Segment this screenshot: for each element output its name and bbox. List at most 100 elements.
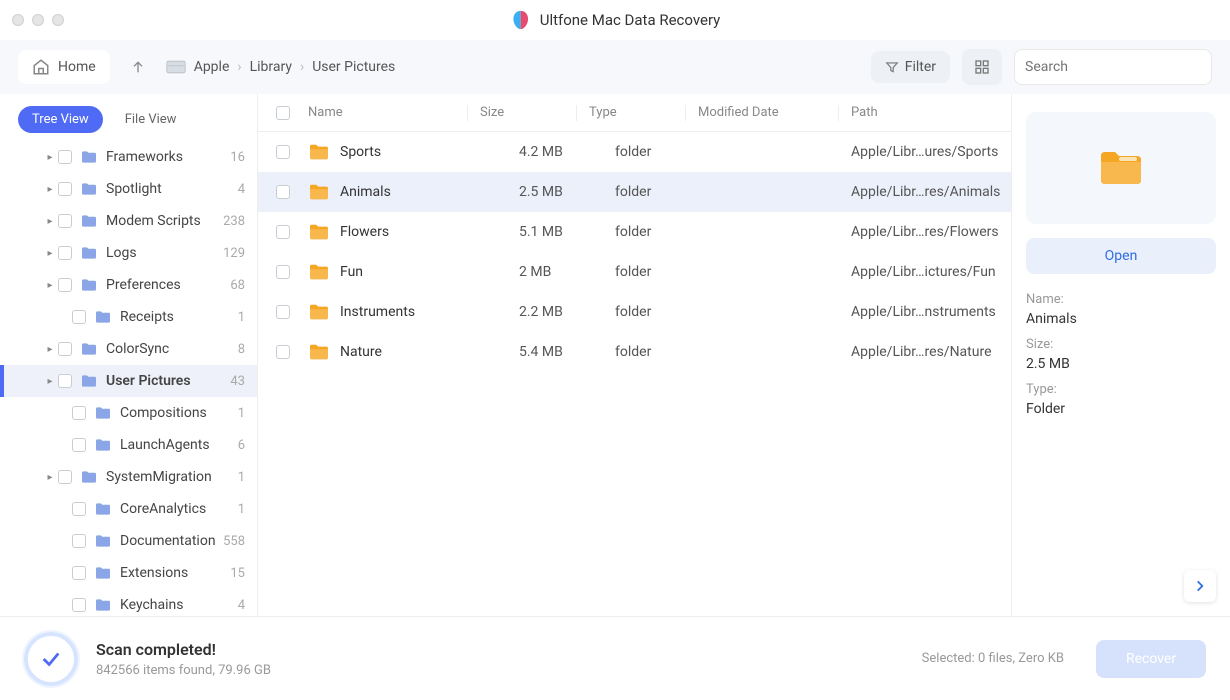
folder-icon [1097, 148, 1145, 188]
row-name-cell: Nature [308, 343, 519, 361]
row-name: Sports [340, 144, 381, 160]
tree-item-checkbox[interactable] [58, 150, 72, 164]
file-row[interactable]: Flowers5.1 MBfolderApple/Libr…res/Flower… [258, 212, 1011, 252]
close-window-dot[interactable] [12, 14, 24, 26]
row-checkbox[interactable] [276, 185, 290, 199]
tree-item-checkbox[interactable] [58, 374, 72, 388]
row-checkbox[interactable] [276, 265, 290, 279]
tree-item-checkbox[interactable] [72, 310, 86, 324]
detail-name-label: Name: [1026, 292, 1216, 307]
tree-item-user-pictures[interactable]: ▸User Pictures43 [0, 365, 257, 397]
tree-item-logs[interactable]: ▸Logs129 [0, 237, 257, 269]
tree-item-checkbox[interactable] [58, 214, 72, 228]
expand-detail-button[interactable] [1184, 570, 1216, 602]
folder-tree[interactable]: ▸Frameworks16▸Spotlight4▸Modem Scripts23… [0, 141, 257, 616]
row-checkbox[interactable] [276, 225, 290, 239]
grid-view-button[interactable] [962, 49, 1002, 85]
breadcrumb-2[interactable]: User Pictures [312, 59, 395, 75]
tree-item-checkbox[interactable] [58, 182, 72, 196]
file-row[interactable]: Instruments2.2 MBfolderApple/Libr…nstrum… [258, 292, 1011, 332]
row-type: folder [615, 184, 711, 200]
tree-item-extensions[interactable]: Extensions15 [0, 557, 257, 589]
tree-item-checkbox[interactable] [58, 278, 72, 292]
col-date[interactable]: Modified Date [698, 105, 838, 120]
breadcrumb-0[interactable]: Apple [194, 59, 230, 75]
tree-item-launchagents[interactable]: LaunchAgents6 [0, 429, 257, 461]
row-checkbox[interactable] [276, 305, 290, 319]
col-size[interactable]: Size [480, 105, 576, 120]
tree-item-preferences[interactable]: ▸Preferences68 [0, 269, 257, 301]
tree-item-receipts[interactable]: Receipts1 [0, 301, 257, 333]
row-name-cell: Flowers [308, 223, 519, 241]
open-button[interactable]: Open [1026, 238, 1216, 274]
tree-item-spotlight[interactable]: ▸Spotlight4 [0, 173, 257, 205]
breadcrumb-1[interactable]: Library [250, 59, 292, 75]
row-size: 4.2 MB [519, 144, 615, 160]
col-name[interactable]: Name [308, 105, 467, 120]
recover-button[interactable]: Recover [1096, 640, 1206, 678]
col-type[interactable]: Type [589, 105, 685, 120]
tree-item-checkbox[interactable] [58, 342, 72, 356]
maximize-window-dot[interactable] [52, 14, 64, 26]
filter-button[interactable]: Filter [871, 51, 950, 83]
tree-item-label: User Pictures [106, 373, 230, 389]
detail-name-value: Animals [1026, 311, 1216, 327]
row-checkbox[interactable] [276, 145, 290, 159]
tree-item-count: 6 [238, 438, 245, 453]
tree-item-frameworks[interactable]: ▸Frameworks16 [0, 141, 257, 173]
detail-size-label: Size: [1026, 337, 1216, 352]
tree-item-coreanalytics[interactable]: CoreAnalytics1 [0, 493, 257, 525]
view-tabs: Tree View File View [0, 94, 257, 141]
tree-item-documentation[interactable]: Documentation558 [0, 525, 257, 557]
disk-icon [166, 60, 186, 74]
row-name-cell: Sports [308, 143, 519, 161]
tree-item-checkbox[interactable] [58, 246, 72, 260]
disclosure-triangle-icon[interactable]: ▸ [44, 376, 56, 387]
file-row[interactable]: Nature5.4 MBfolderApple/Libr…res/Nature [258, 332, 1011, 372]
tree-item-colorsync[interactable]: ▸ColorSync8 [0, 333, 257, 365]
tree-item-compositions[interactable]: Compositions1 [0, 397, 257, 429]
search-input[interactable] [1025, 59, 1203, 75]
disclosure-triangle-icon[interactable]: ▸ [44, 344, 56, 355]
row-path: Apple/Libr…ictures/Fun [851, 264, 1011, 280]
tree-item-checkbox[interactable] [72, 406, 86, 420]
tree-item-checkbox[interactable] [58, 470, 72, 484]
home-button[interactable]: Home [18, 50, 110, 84]
disclosure-triangle-icon[interactable]: ▸ [44, 216, 56, 227]
row-type: folder [615, 304, 711, 320]
disclosure-triangle-icon[interactable]: ▸ [44, 152, 56, 163]
col-path[interactable]: Path [851, 105, 1011, 120]
file-row[interactable]: Sports4.2 MBfolderApple/Libr…ures/Sports [258, 132, 1011, 172]
file-row[interactable]: Fun2 MBfolderApple/Libr…ictures/Fun [258, 252, 1011, 292]
file-list-header: Name Size Type Modified Date Path [258, 94, 1011, 132]
disclosure-triangle-icon[interactable]: ▸ [44, 472, 56, 483]
scan-status-badge [24, 632, 78, 686]
breadcrumb: Apple › Library › User Pictures [166, 59, 396, 75]
row-name: Instruments [340, 304, 415, 320]
tree-item-checkbox[interactable] [72, 534, 86, 548]
minimize-window-dot[interactable] [32, 14, 44, 26]
tree-item-label: Extensions [120, 565, 230, 581]
disclosure-triangle-icon[interactable]: ▸ [44, 280, 56, 291]
tree-item-keychains[interactable]: Keychains4 [0, 589, 257, 616]
tab-file-view[interactable]: File View [111, 106, 191, 133]
tree-item-systemmigration[interactable]: ▸SystemMigration1 [0, 461, 257, 493]
disclosure-triangle-icon[interactable]: ▸ [44, 248, 56, 259]
select-all-checkbox[interactable] [276, 106, 290, 120]
tree-item-checkbox[interactable] [72, 566, 86, 580]
tree-item-checkbox[interactable] [72, 598, 86, 612]
tree-item-checkbox[interactable] [72, 502, 86, 516]
disclosure-triangle-icon[interactable]: ▸ [44, 184, 56, 195]
tree-item-modem-scripts[interactable]: ▸Modem Scripts238 [0, 205, 257, 237]
tree-item-count: 4 [238, 182, 245, 197]
window-controls [12, 14, 64, 26]
chevron-right-icon: › [237, 59, 241, 75]
file-row[interactable]: Animals2.5 MBfolderApple/Libr…res/Animal… [258, 172, 1011, 212]
row-name: Animals [340, 184, 391, 200]
nav-up-button[interactable] [122, 51, 154, 83]
search-box[interactable] [1014, 49, 1212, 85]
tab-tree-view[interactable]: Tree View [18, 106, 103, 133]
tree-item-checkbox[interactable] [72, 438, 86, 452]
row-checkbox[interactable] [276, 345, 290, 359]
row-size: 2 MB [519, 264, 615, 280]
